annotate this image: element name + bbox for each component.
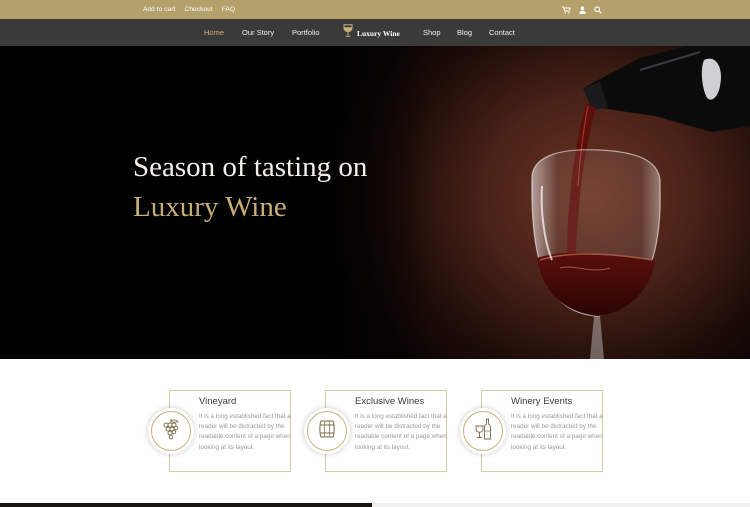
nav-item-our-story[interactable]: Our Story bbox=[242, 19, 274, 46]
feature-text: It is a long established fact that a rea… bbox=[511, 413, 603, 451]
feature-icon-circle bbox=[460, 408, 506, 454]
hero-heading: Season of tasting on Luxury Wine bbox=[133, 147, 367, 227]
user-icon[interactable] bbox=[579, 1, 586, 19]
feature-text: It is a long established fact that a rea… bbox=[199, 413, 291, 451]
feature-text: It is a long established fact that a rea… bbox=[355, 413, 447, 451]
grapes-icon bbox=[161, 418, 181, 445]
top-links: Add to cart Checkout FAQ bbox=[143, 0, 244, 19]
site-logo[interactable]: Luxury Wine bbox=[343, 24, 400, 42]
feature-title: Exclusive Wines bbox=[355, 396, 425, 407]
hero-banner: Season of tasting on Luxury Wine bbox=[0, 46, 750, 359]
nav-item-blog[interactable]: Blog bbox=[457, 19, 472, 46]
next-section-edge bbox=[0, 503, 372, 507]
nav-item-contact[interactable]: Contact bbox=[489, 19, 515, 46]
cart-icon[interactable] bbox=[562, 1, 572, 19]
next-section-edge-right bbox=[372, 503, 750, 507]
hero-line-2: Luxury Wine bbox=[133, 191, 287, 223]
hero-line-1: Season of tasting on bbox=[133, 151, 368, 183]
top-icons bbox=[562, 0, 602, 19]
feature-icon-circle bbox=[148, 408, 194, 454]
add-to-cart-link[interactable]: Add to cart bbox=[143, 6, 176, 13]
features-section: Vineyard It is a long established fact t… bbox=[0, 359, 750, 507]
bottle-glass-icon bbox=[473, 418, 493, 445]
feature-title: Winery Events bbox=[511, 396, 573, 407]
logo-text: Luxury Wine bbox=[357, 28, 400, 38]
main-nav: Home Our Story Portfolio Luxury Wine Sho… bbox=[0, 19, 750, 46]
feature-exclusive-wines: Exclusive Wines It is a long established… bbox=[304, 390, 464, 472]
wine-pour-illustration bbox=[531, 46, 750, 359]
top-bar: Add to cart Checkout FAQ bbox=[0, 0, 750, 19]
checkout-link[interactable]: Checkout bbox=[185, 6, 213, 13]
search-icon[interactable] bbox=[594, 1, 602, 19]
feature-title: Vineyard bbox=[199, 396, 237, 407]
nav-item-shop[interactable]: Shop bbox=[423, 19, 441, 46]
feature-icon-circle bbox=[304, 408, 350, 454]
feature-winery-events: Winery Events It is a long established f… bbox=[460, 390, 620, 472]
faq-link[interactable]: FAQ bbox=[222, 6, 235, 13]
nav-item-home[interactable]: Home bbox=[204, 19, 224, 46]
nav-item-portfolio[interactable]: Portfolio bbox=[292, 19, 320, 46]
wine-glass-icon bbox=[343, 24, 353, 42]
barrel-icon bbox=[317, 419, 337, 444]
feature-vineyard: Vineyard It is a long established fact t… bbox=[148, 390, 308, 472]
